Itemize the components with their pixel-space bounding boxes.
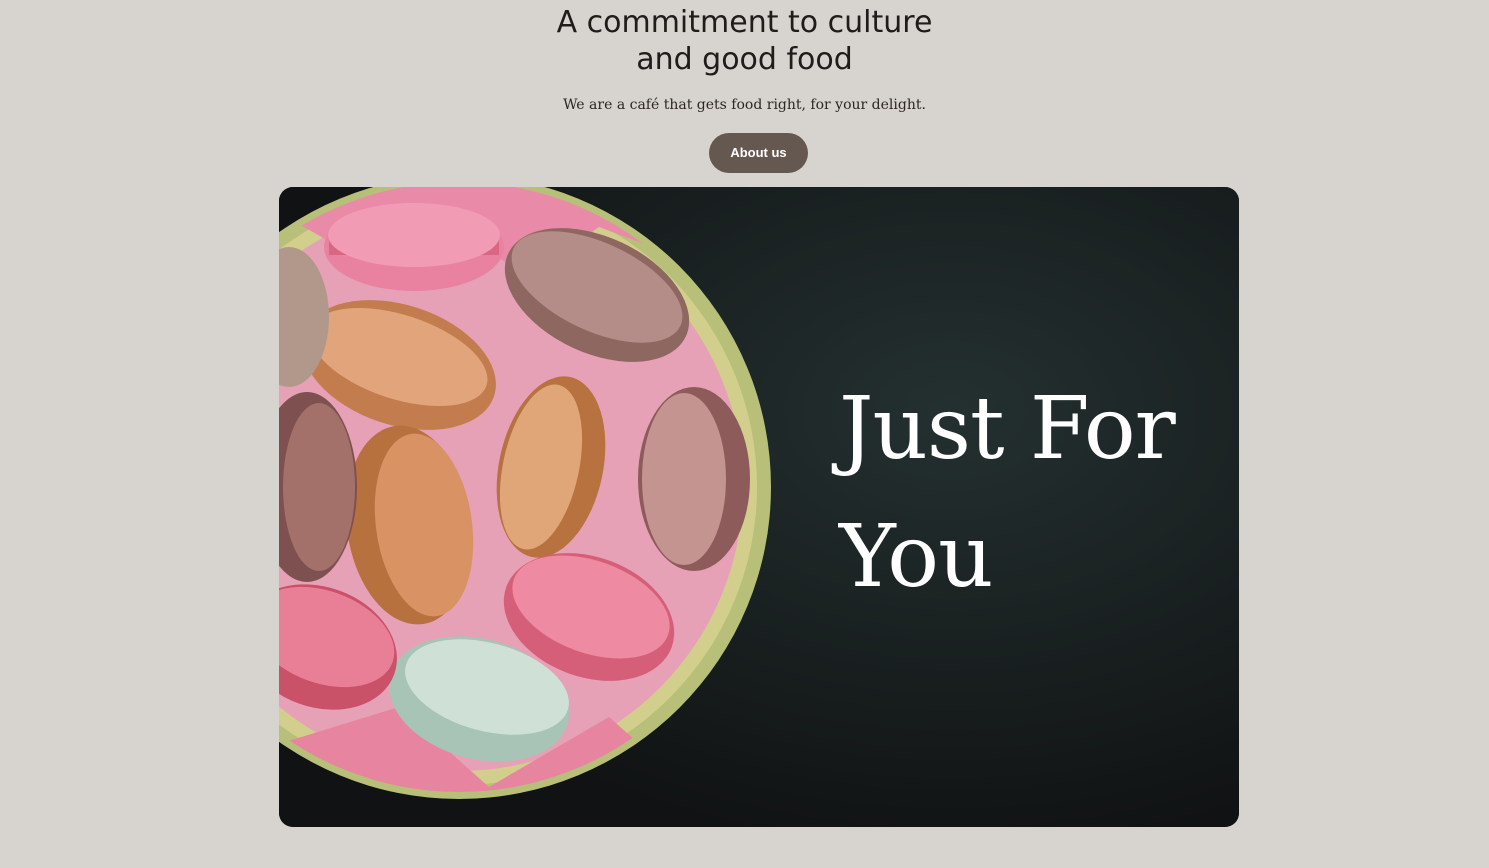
- macaron-mauve-right: [638, 387, 750, 571]
- hero-heading-line1: A commitment to culture: [556, 5, 933, 40]
- macaron-pink-top: [324, 203, 504, 291]
- hero-heading-line2: and good food: [636, 42, 853, 77]
- overlay-title-line2: You: [839, 507, 993, 607]
- overlay-title: Just For You: [839, 365, 1176, 621]
- feature-image: Just For You: [279, 187, 1239, 827]
- overlay-title-line1: Just For: [839, 379, 1176, 479]
- about-us-button[interactable]: About us: [709, 133, 808, 173]
- hero-heading: A commitment to culture and good food: [0, 4, 1489, 78]
- tagline: We are a café that gets food right, for …: [563, 97, 926, 113]
